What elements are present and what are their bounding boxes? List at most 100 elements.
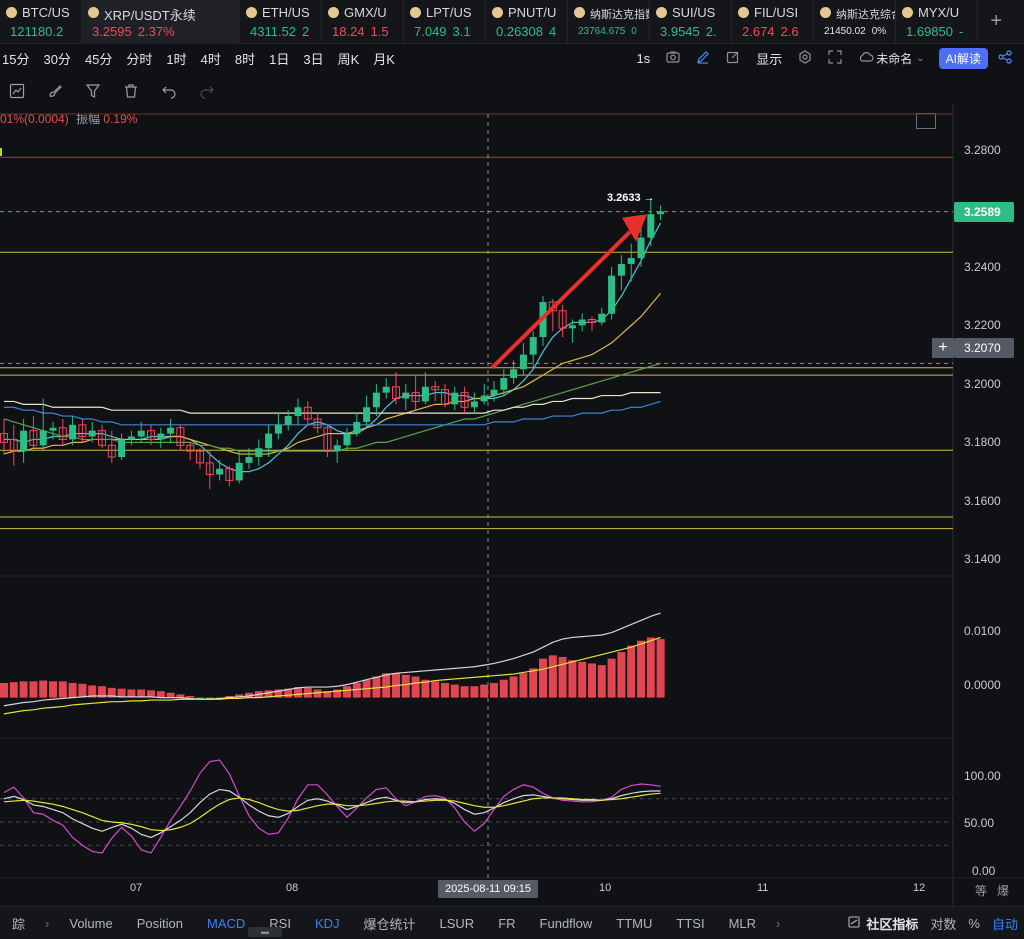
brush-icon[interactable] [44,80,66,102]
macd-histogram-bar [588,663,596,698]
ticker-tab[interactable]: FIL/USI 2.674 2.6 [732,0,814,44]
coin-icon [656,7,667,18]
fullscreen-icon[interactable] [828,49,842,67]
chevron-right-icon[interactable]: › [776,916,780,931]
ticker-price: 7.049 [414,24,447,39]
indicator-option[interactable]: FR [498,916,515,931]
ticker-tab[interactable]: LPT/US 7.049 3.1 [404,0,486,44]
candle-body [637,237,645,259]
candle-body [196,450,204,464]
timeframe-option[interactable]: 15分 [2,49,29,68]
display-button[interactable]: 显示 [756,49,782,68]
indicator-option[interactable]: KDJ [315,916,340,931]
liquidation-button[interactable]: 爆 [997,882,1009,899]
ticker-tab[interactable]: SUI/US 3.9545 2. [650,0,732,44]
candle-body [382,386,390,393]
macd-histogram-bar [441,682,449,698]
indicator-option[interactable]: LSUR [440,916,475,931]
community-indicators-button[interactable]: 社区指标 [866,914,918,933]
pen-icon[interactable] [696,50,710,67]
log-scale-button[interactable]: 对数 [930,914,956,933]
indicator-option[interactable]: MLR [729,916,756,931]
ticker-tab[interactable]: GMX/U 18.24 1.5 [322,0,404,44]
macd-histogram-bar [166,692,175,698]
add-tab-icon[interactable]: + [990,10,1002,33]
redo-icon[interactable] [196,80,218,102]
auto-scale-button[interactable]: 自动 [992,914,1018,933]
ticker-tab[interactable]: 纳斯达克指数 23764.675 0 [568,0,650,44]
timeframe-option[interactable]: 4时 [201,49,221,68]
cloud-icon[interactable] [858,50,874,66]
indicator-option[interactable]: Position [137,916,183,931]
percent-scale-button[interactable]: % [968,916,980,931]
candle-body [588,319,596,323]
undo-icon[interactable] [158,80,180,102]
ticker-tab[interactable]: PNUT/U 0.26308 4 [486,0,568,44]
equal-scale-button[interactable]: 等 [975,882,987,899]
macd-histogram-bar [421,679,430,698]
ticker-tab[interactable]: 纳斯达克综合 21450.02 0% [814,0,896,44]
interval-selector[interactable]: 1s [637,51,651,66]
price-chart[interactable] [0,0,1024,939]
macd-histogram-bar [480,684,489,698]
chevron-down-icon[interactable]: ⌄ [916,53,924,64]
macd-histogram-bar [392,673,400,698]
trend-arrow-line [490,230,632,370]
add-alert-icon[interactable]: + [932,338,954,358]
indicator-option[interactable]: MACD [207,916,245,931]
indicator-option[interactable]: TTMU [616,916,652,931]
macd-histogram-bar [156,691,165,698]
candle-body [107,444,116,458]
indicator-option[interactable]: TTSI [676,916,704,931]
collapse-icon[interactable] [916,113,936,129]
peak-price-label: 3.2633 → [607,192,655,204]
chevron-right-icon[interactable]: › [45,916,49,931]
timeframe-bar: 15分 30分 45分 分时 1时 4时 8时 1日 3日 周K 月K 1s 显示 未命名 ⌄ AI… [0,44,1024,72]
crosshair-price-tag: 3.2070 [954,338,1014,358]
ticker-price: 3.9545 [660,24,700,39]
ai-analysis-button[interactable]: AI解读 [938,47,988,69]
timeframe-option[interactable]: 45分 [85,49,112,68]
macd-histogram-bar [176,694,185,698]
layout-name[interactable]: 未命名 [876,50,912,67]
macd-histogram-bar [205,697,214,700]
ticker-tab[interactable]: BTC/US 121180.2 [0,0,82,44]
ticker-tab[interactable]: ETH/US 4311.52 2 [240,0,322,44]
timeframe-option[interactable]: 1日 [269,49,289,68]
macd-histogram-bar [548,655,557,698]
candle-body [0,433,8,443]
resize-handle-icon[interactable]: ▬ [248,927,282,937]
share-icon[interactable] [998,49,1012,67]
timeframe-option[interactable]: 8时 [235,49,255,68]
ticker-tab[interactable]: MYX/U 1.69850- [896,0,978,44]
indicator-icon[interactable] [6,80,28,102]
candle-body [529,337,537,355]
indicator-option[interactable]: Volume [69,916,112,931]
settings-icon[interactable] [798,49,812,67]
price-axis-label: 3.1600 [964,493,1001,508]
kdj-d-line [3,792,661,832]
community-icon[interactable] [848,916,860,931]
timeframe-option[interactable]: 30分 [43,49,70,68]
filter-icon[interactable] [82,80,104,102]
edit-icon[interactable] [726,50,740,67]
indicator-option[interactable]: Fundflow [540,916,593,931]
indicator-option[interactable]: 踪 [12,914,25,933]
candle-body [176,427,185,446]
candle-body [421,386,429,402]
candle-body [225,468,234,481]
candle-body [313,418,322,429]
timeframe-option[interactable]: 1时 [166,49,186,68]
candle-body [402,392,410,399]
ticker-tab[interactable]: XRP/USDT永续 3.2595 2.37% [82,0,240,44]
candle-body [500,378,508,390]
candle-body [480,395,488,402]
timeframe-option[interactable]: 分时 [126,49,152,68]
timeframe-option[interactable]: 月K [373,49,395,68]
timeframe-option[interactable]: 周K [338,49,360,68]
candle-body [519,354,527,370]
timeframe-option[interactable]: 3日 [303,49,323,68]
indicator-option[interactable]: 爆仓统计 [364,914,416,933]
delete-icon[interactable] [120,80,142,102]
camera-icon[interactable] [666,50,680,67]
